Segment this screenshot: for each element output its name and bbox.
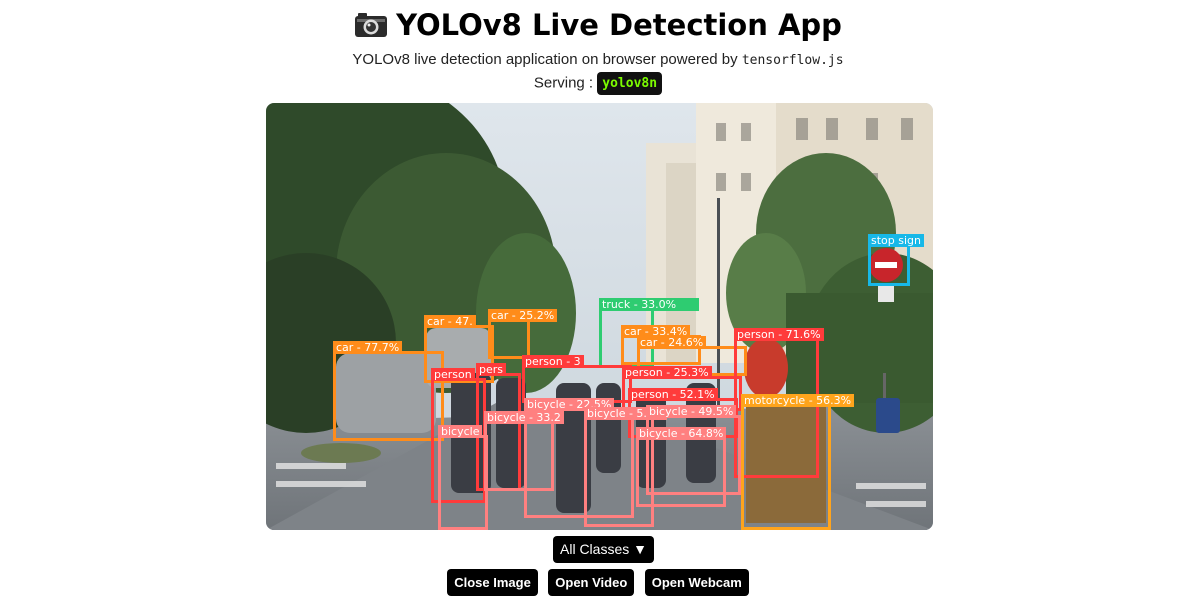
app-title: YOLOv8 Live Detection App (0, 8, 1196, 42)
detection-label: bicycle - 49.5% (646, 405, 737, 418)
detection-label: person - 71.6% (734, 328, 824, 341)
detection-label: person - 52.1% (628, 388, 718, 401)
app-title-text: YOLOv8 Live Detection App (396, 8, 842, 42)
detection-label: truck - 33.0% (599, 298, 699, 311)
detection-label: car - 77.7% (333, 341, 403, 354)
serving-label: Serving : (533, 74, 594, 92)
open-webcam-button[interactable]: Open Webcam (644, 569, 749, 596)
detection-box-stop-sign: stop sign (868, 234, 924, 286)
class-filter-select[interactable]: All Classes ▼ (553, 536, 654, 563)
detection-label: car - 24.6% (637, 336, 707, 349)
detection-label: stop sign (868, 234, 924, 247)
detection-box-bicycle: bicycle - 64.8% (636, 427, 727, 507)
detection-box-car: car - 25.2% (488, 309, 558, 359)
action-buttons: Close Image Open Video Open Webcam (0, 569, 1196, 596)
detection-label: car - 25.2% (488, 309, 558, 322)
detection-box-bicycle: bicycle (438, 425, 488, 530)
detection-label: bicycle - 64.8% (636, 427, 727, 440)
detection-label: car - 47. (424, 315, 476, 328)
detection-image-viewer: stop sign truck - 33.0% car - 47. car - … (266, 103, 933, 530)
camera-icon (354, 11, 388, 37)
detection-label: pers (476, 363, 507, 376)
app-subtitle: YOLOv8 live detection application on bro… (0, 51, 1196, 68)
subtitle-text: YOLOv8 live detection application on bro… (352, 51, 738, 68)
detection-label: bicycle (438, 425, 483, 438)
detection-box-motorcycle: motorcycle - 56.3% (741, 394, 855, 530)
open-video-button[interactable]: Open Video (548, 569, 635, 596)
model-badge: yolov8n (597, 72, 663, 95)
detection-label: person (431, 368, 475, 381)
detection-label: motorcycle - 56.3% (741, 394, 855, 407)
subtitle-code: tensorflow.js (741, 53, 844, 68)
detection-box-car: car - 77.7% (333, 341, 444, 441)
detection-box-bicycle: bicycle - 33.2 (484, 411, 564, 491)
detection-label: person - 25.3% (622, 366, 712, 379)
close-image-button[interactable]: Close Image (447, 569, 538, 596)
detection-label: bicycle - 33.2 (484, 411, 564, 424)
serving-line: Serving : yolov8n (0, 72, 1196, 95)
detection-label: person - 3 (522, 355, 584, 368)
